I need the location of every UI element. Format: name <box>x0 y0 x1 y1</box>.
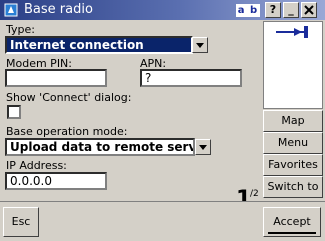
base-mode-select[interactable]: Upload data to remote server <box>5 138 195 156</box>
switch-to-button[interactable]: Switch to <box>263 176 323 198</box>
bottom-bar: Esc Accept <box>0 201 325 241</box>
title-bar: Base radio a b ? _ <box>0 0 325 20</box>
modem-pin-input[interactable] <box>5 69 107 87</box>
minimize-button[interactable]: _ <box>283 2 299 18</box>
page-total: /2 <box>250 189 259 199</box>
default-indicator <box>268 232 316 234</box>
favorites-button[interactable]: Favorites <box>263 154 323 176</box>
ip-address-label: IP Address: <box>6 159 67 172</box>
app-icon <box>4 3 18 17</box>
close-button[interactable] <box>301 2 317 18</box>
base-mode-dropdown-button[interactable] <box>195 139 211 155</box>
type-dropdown-button[interactable] <box>192 37 208 53</box>
ip-address-input[interactable]: 0.0.0.0 <box>5 172 107 190</box>
minimize-icon: _ <box>288 3 294 16</box>
input-mode-indicator[interactable]: a b <box>236 4 260 17</box>
form-area: Type: Internet connection Modem PIN: APN… <box>2 21 262 212</box>
type-label: Type: <box>6 23 35 36</box>
show-connect-checkbox[interactable] <box>7 105 21 119</box>
base-mode-label: Base operation mode: <box>6 125 128 138</box>
apn-input[interactable]: ? <box>140 69 242 87</box>
type-select-value: Internet connection <box>10 38 144 52</box>
antenna-connection-icon <box>276 26 308 38</box>
menu-button[interactable]: Menu <box>263 132 323 154</box>
accept-button[interactable]: Accept <box>263 207 321 237</box>
accept-label: Accept <box>273 215 311 228</box>
help-button[interactable]: ? <box>265 2 281 18</box>
status-panel <box>263 21 323 109</box>
right-panel: Map Menu Favorites Switch to <box>263 21 323 201</box>
window-title: Base radio <box>24 2 93 17</box>
show-connect-label: Show 'Connect' dialog: <box>6 91 132 104</box>
type-select[interactable]: Internet connection <box>5 36 193 54</box>
map-button[interactable]: Map <box>263 110 323 132</box>
close-icon <box>304 5 314 15</box>
base-mode-select-value: Upload data to remote server <box>10 140 195 154</box>
esc-button[interactable]: Esc <box>3 207 39 237</box>
